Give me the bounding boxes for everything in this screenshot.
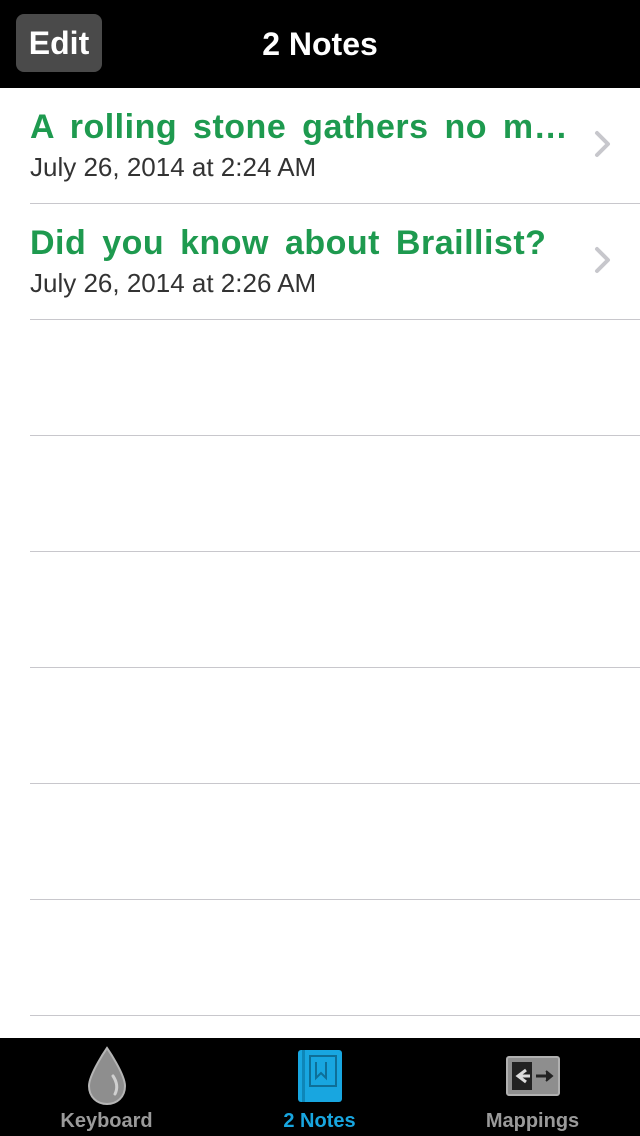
tab-label: Keyboard — [60, 1110, 153, 1132]
chevron-right-icon — [595, 131, 610, 157]
note-row[interactable]: Did you know about Braillist? July 26, 2… — [0, 204, 640, 320]
note-date: July 26, 2014 at 2:26 AM — [30, 268, 317, 298]
edit-button[interactable]: Edit — [16, 14, 102, 72]
arrows-icon — [505, 1046, 560, 1106]
tab-label: Mappings — [485, 1110, 580, 1132]
book-icon — [296, 1046, 344, 1106]
note-row[interactable]: A rolling stone gathers no moss July 26,… — [0, 88, 640, 204]
empty-row — [0, 900, 640, 1016]
note-title: A rolling stone gathers no moss — [30, 108, 570, 146]
tab-keyboard[interactable]: Keyboard — [0, 1038, 213, 1136]
row-divider — [30, 1015, 640, 1016]
empty-row — [0, 552, 640, 668]
note-date: July 26, 2014 at 2:24 AM — [30, 152, 317, 182]
empty-row — [0, 436, 640, 552]
drop-icon — [85, 1046, 129, 1106]
chevron-right-icon — [595, 247, 610, 273]
tab-mappings[interactable]: Mappings — [426, 1038, 639, 1136]
tab-notes[interactable]: 2 Notes — [213, 1038, 426, 1136]
empty-row — [0, 784, 640, 900]
tab-bar: Keyboard 2 Notes Mappings — [0, 1038, 640, 1136]
note-title: Did you know about Braillist? — [30, 224, 547, 262]
navigation-bar: Edit 2 Notes — [0, 0, 640, 88]
notes-list: A rolling stone gathers no moss July 26,… — [0, 88, 640, 1038]
empty-row — [0, 320, 640, 436]
empty-row — [0, 668, 640, 784]
tab-label: 2 Notes — [283, 1110, 356, 1132]
